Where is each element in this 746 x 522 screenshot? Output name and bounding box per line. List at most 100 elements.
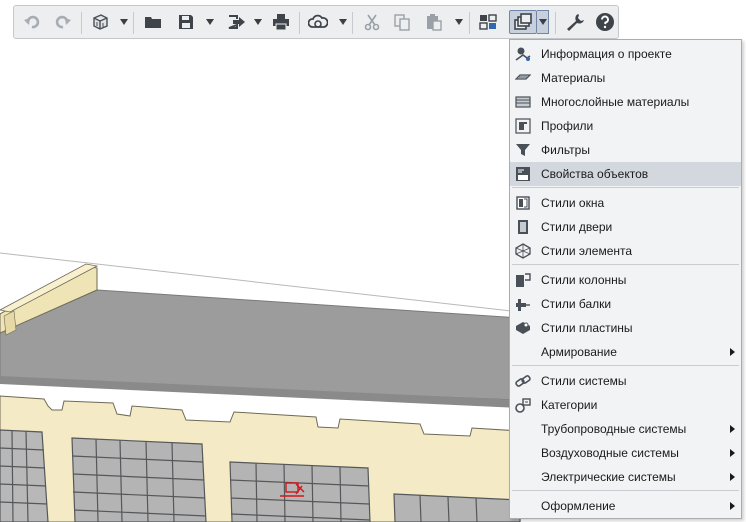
menu-item-label: Стили системы [541, 374, 627, 388]
menu-item-label: Трубопроводные системы [541, 422, 687, 436]
cube-icon [93, 14, 108, 30]
menu-item-layered-materials[interactable]: Многослойные материалы [510, 90, 741, 114]
menu-item-label: Стили колонны [541, 273, 627, 287]
attributes-button[interactable] [509, 10, 537, 34]
attributes-dropdown[interactable] [537, 10, 549, 34]
paste-icon [427, 14, 442, 31]
menu-item-label: Стили пластины [541, 321, 633, 335]
menu-item-label: Информация о проекте [541, 47, 672, 61]
export-dropdown[interactable] [252, 10, 264, 34]
element-style-icon [515, 243, 531, 259]
submenu-arrow-icon [730, 449, 735, 457]
menu-item-label: Категории [541, 398, 598, 412]
print-button[interactable] [269, 10, 293, 34]
project-info-icon [515, 46, 531, 62]
profiles-icon [515, 118, 531, 134]
object-properties-icon [515, 166, 531, 182]
copy-button[interactable] [390, 10, 414, 34]
redo-button[interactable] [51, 10, 75, 34]
menu-item-filters[interactable]: Фильтры [510, 138, 741, 162]
submenu-arrow-icon [730, 473, 735, 481]
materials-icon [515, 70, 531, 86]
copy-icon [394, 14, 410, 31]
menu-item-materials[interactable]: Материалы [510, 66, 741, 90]
submenu-arrow-icon [730, 348, 735, 356]
menu-item-window-styles[interactable]: Стили окна [510, 191, 741, 215]
menu-item-piping-systems[interactable]: Трубопроводные системы [510, 417, 741, 441]
sync-button[interactable] [306, 10, 330, 34]
help-button[interactable] [593, 10, 617, 34]
paste-dropdown[interactable] [453, 10, 465, 34]
categories-icon [515, 397, 531, 413]
layout-button[interactable] [476, 10, 500, 34]
menu-item-project-info[interactable]: Информация о проекте [510, 42, 741, 66]
3d-view-dropdown[interactable] [118, 10, 130, 34]
settings-button[interactable] [563, 10, 587, 34]
menu-separator [512, 365, 739, 366]
plate-style-icon [515, 320, 531, 336]
window-group-3 [229, 461, 371, 522]
menu-item-profiles[interactable]: Профили [510, 114, 741, 138]
attributes-dropdown-menu: Информация о проекте Материалы Многослой… [509, 39, 742, 519]
export-button[interactable] [224, 10, 248, 34]
menu-item-label: Свойства объектов [541, 167, 649, 181]
folder-icon [145, 17, 161, 28]
window-style-icon [515, 195, 531, 211]
menu-separator [512, 490, 739, 491]
menu-item-door-styles[interactable]: Стили двери [510, 215, 741, 239]
open-button[interactable] [141, 10, 165, 34]
menu-item-label: Стили элемента [541, 244, 633, 258]
menu-item-label: Стили двери [541, 220, 613, 234]
beam-style-icon [515, 296, 531, 312]
menu-item-categories[interactable]: Категории [510, 393, 741, 417]
save-button[interactable] [174, 10, 198, 34]
menu-item-label: Многослойные материалы [541, 95, 690, 109]
menu-item-label: Стили окна [541, 196, 605, 210]
main-toolbar [13, 5, 619, 39]
system-style-icon [515, 373, 531, 389]
redo-icon [55, 15, 71, 29]
sync-dropdown[interactable] [337, 10, 349, 34]
cut-button[interactable] [360, 10, 384, 34]
menu-item-beam-styles[interactable]: Стили балки [510, 292, 741, 316]
menu-item-duct-systems[interactable]: Воздуховодные системы [510, 441, 741, 465]
menu-item-column-styles[interactable]: Стили колонны [510, 268, 741, 292]
menu-item-label: Материалы [541, 71, 606, 85]
menu-item-object-properties[interactable]: Свойства объектов [510, 162, 741, 186]
menu-item-label: Профили [541, 119, 594, 133]
paste-button[interactable] [422, 10, 446, 34]
scissors-icon [364, 14, 380, 31]
window-group-2 [71, 437, 207, 522]
menu-item-label: Электрические системы [541, 470, 676, 484]
menu-item-electrical-systems[interactable]: Электрические системы [510, 465, 741, 489]
menu-item-label: Армирование [541, 345, 617, 359]
wrench-icon [567, 14, 584, 31]
menu-item-appearance[interactable]: Оформление [510, 494, 741, 518]
column-style-icon [515, 272, 531, 288]
cloud-sync-icon [308, 14, 328, 28]
menu-separator [512, 264, 739, 265]
save-dropdown[interactable] [204, 10, 216, 34]
menu-item-system-styles[interactable]: Стили системы [510, 369, 741, 393]
undo-button[interactable] [20, 10, 44, 34]
3d-view-button[interactable] [88, 10, 112, 34]
grid-layout-icon [479, 14, 497, 30]
menu-item-plate-styles[interactable]: Стили пластины [510, 316, 741, 340]
help-icon [596, 13, 614, 31]
menu-separator [512, 187, 739, 188]
submenu-arrow-icon [730, 502, 735, 510]
filter-icon [515, 142, 531, 158]
menu-item-label: Стили балки [541, 297, 612, 311]
export-icon [228, 15, 245, 29]
save-icon [179, 15, 193, 29]
undo-icon [24, 15, 40, 29]
menu-item-label: Фильтры [541, 143, 590, 157]
menu-item-label: Оформление [541, 499, 616, 513]
window-group-1 [0, 429, 49, 522]
layered-materials-icon [515, 94, 531, 110]
printer-icon [273, 14, 289, 31]
menu-item-reinforcement[interactable]: Армирование [510, 340, 741, 364]
submenu-arrow-icon [730, 425, 735, 433]
menu-item-element-styles[interactable]: Стили элемента [510, 239, 741, 263]
menu-item-label: Воздуховодные системы [541, 446, 679, 460]
